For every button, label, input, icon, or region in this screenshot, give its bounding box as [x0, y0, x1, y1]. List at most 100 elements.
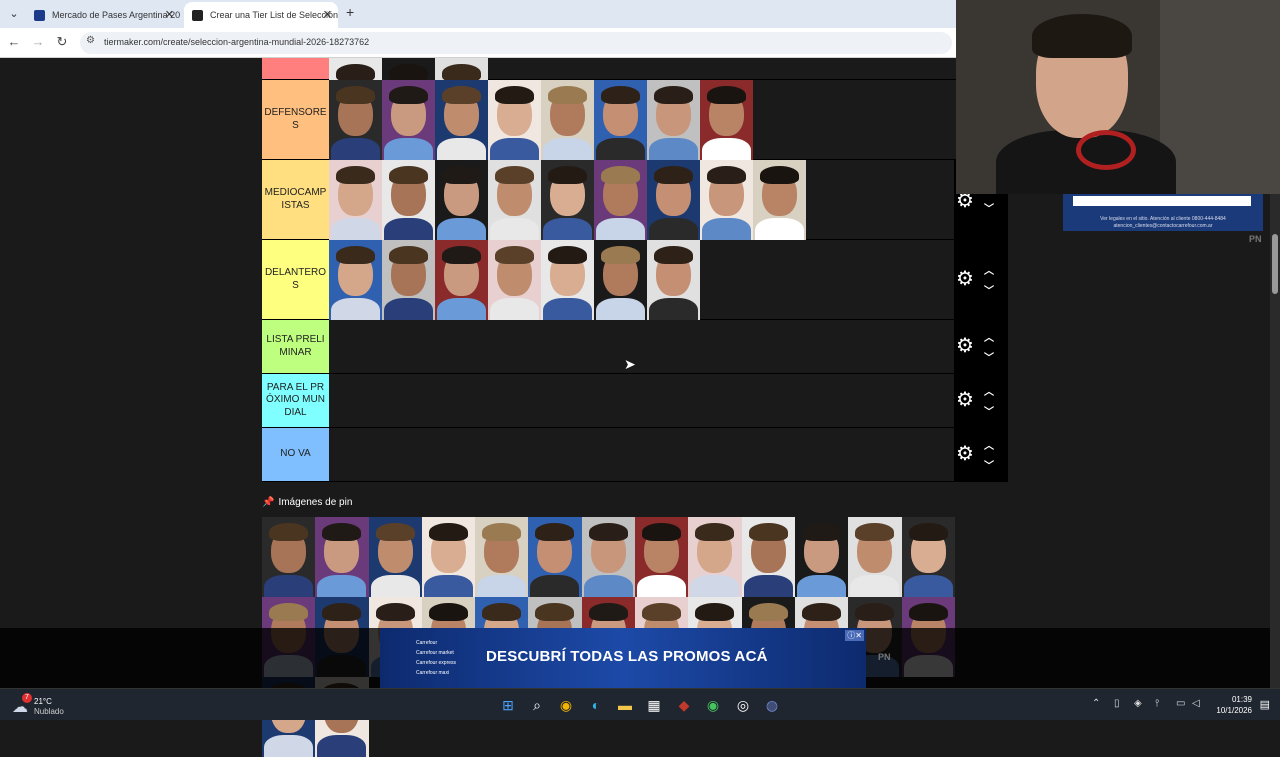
player-image[interactable]	[647, 240, 700, 320]
player-image[interactable]	[488, 240, 541, 320]
player-image[interactable]	[329, 160, 382, 240]
chevron-down-icon[interactable]: ﹀	[984, 457, 994, 472]
player-image[interactable]	[688, 517, 742, 597]
edge-icon[interactable]: ◐	[586, 695, 606, 715]
player-image[interactable]	[475, 517, 529, 597]
security-icon[interactable]: ◈	[1134, 698, 1142, 709]
player-image[interactable]	[329, 80, 382, 160]
player-image[interactable]	[528, 517, 582, 597]
player-image[interactable]	[700, 160, 753, 240]
player-image[interactable]	[329, 58, 382, 80]
player-image[interactable]	[647, 80, 700, 160]
chevron-up-icon[interactable]: ︿	[984, 383, 994, 398]
side-ad-banner[interactable]: Ver legales en el sitio. Atención al cli…	[1063, 194, 1263, 231]
tier-items[interactable]	[329, 58, 488, 80]
ad-banner[interactable]: Carrefour Carrefour market Carrefour exp…	[380, 628, 866, 688]
player-image[interactable]	[382, 160, 435, 240]
microphone-icon[interactable]: ⫯	[1155, 698, 1159, 709]
player-image[interactable]	[635, 517, 689, 597]
discord-icon[interactable]: ◍	[762, 695, 782, 715]
player-image[interactable]	[581, 517, 636, 597]
ad-close-button[interactable]: ⓘ✕	[845, 630, 864, 641]
back-icon[interactable]: ←	[5, 34, 23, 49]
tier-items[interactable]	[329, 240, 700, 320]
chevron-down-icon[interactable]: ﹀	[984, 349, 994, 364]
player-image[interactable]	[262, 517, 316, 597]
player-image[interactable]	[488, 160, 541, 240]
chevron-up-icon[interactable]: ⌃	[1092, 698, 1100, 709]
player-image[interactable]	[594, 240, 647, 320]
player-image[interactable]	[594, 160, 647, 240]
player-image[interactable]	[541, 160, 594, 240]
search-icon[interactable]: ⌕	[527, 695, 547, 715]
player-image[interactable]	[329, 240, 382, 320]
store-icon[interactable]: ▦	[644, 695, 664, 715]
tier-label[interactable]: LISTA PRELIMINAR	[262, 320, 329, 373]
app-icon[interactable]: ◆	[674, 695, 694, 715]
player-image[interactable]	[594, 80, 647, 160]
player-image[interactable]	[382, 58, 435, 80]
tab-tiermaker[interactable]: Crear una Tier List de Selección ✕	[184, 2, 338, 28]
page-scrollbar[interactable]	[1270, 194, 1280, 688]
chevron-up-icon[interactable]: ︿	[984, 262, 994, 277]
tier-label[interactable]: DEFENSORES	[262, 80, 329, 159]
app-icon-2[interactable]: ◎	[733, 695, 753, 715]
forward-icon[interactable]: →	[29, 34, 47, 49]
system-clock[interactable]: 01:39 10/1/2026	[1216, 694, 1252, 716]
player-image[interactable]	[901, 517, 955, 597]
player-image[interactable]	[753, 160, 806, 240]
player-image[interactable]	[848, 517, 902, 597]
notification-icon[interactable]: ▤	[1260, 698, 1270, 711]
windows-start-icon[interactable]: ⊞	[498, 695, 518, 715]
temperature: 21°C	[34, 697, 52, 706]
gear-icon[interactable]: ⚙	[956, 266, 974, 291]
player-image[interactable]	[435, 160, 488, 240]
chevron-down-icon[interactable]: ﹀	[984, 200, 994, 215]
player-image[interactable]	[435, 240, 488, 320]
weather-status: Nublado	[34, 707, 64, 716]
chrome-profile-icon[interactable]: ◉	[703, 695, 723, 715]
player-image[interactable]	[382, 80, 435, 160]
url-field[interactable]: ⚙ tiermaker.com/create/seleccion-argenti…	[80, 32, 952, 54]
gear-icon[interactable]: ⚙	[956, 333, 974, 358]
chevron-down-icon[interactable]: ﹀	[984, 403, 994, 418]
player-image[interactable]	[541, 80, 594, 160]
network-icon[interactable]: ▭	[1176, 698, 1185, 709]
reload-icon[interactable]: ↻	[53, 34, 71, 50]
close-tab-icon[interactable]: ✕	[165, 2, 174, 28]
player-image[interactable]	[794, 517, 849, 597]
site-info-icon[interactable]: ⚙	[86, 35, 95, 46]
tab-search-icon[interactable]: ⌄	[6, 6, 22, 22]
tier-label[interactable]	[262, 58, 329, 79]
tab-mercado-de-pases[interactable]: Mercado de Pases Argentina 20 ✕	[26, 2, 180, 28]
scroll-thumb[interactable]	[1272, 234, 1278, 294]
tier-label[interactable]: NO VA	[262, 428, 329, 481]
close-tab-icon[interactable]: ✕	[323, 2, 332, 28]
chevron-up-icon[interactable]: ︿	[984, 437, 994, 452]
player-image[interactable]	[421, 517, 476, 597]
new-tab-button[interactable]: +	[346, 4, 354, 20]
player-image[interactable]	[368, 517, 422, 597]
player-image[interactable]	[435, 80, 488, 160]
player-image[interactable]	[700, 80, 753, 160]
player-image[interactable]	[647, 160, 700, 240]
player-image[interactable]	[382, 240, 435, 320]
battery-icon[interactable]: ▯	[1114, 698, 1120, 709]
gear-icon[interactable]: ⚙	[956, 441, 974, 466]
tier-label[interactable]: PARA EL PRÓXIMO MUNDIAL	[262, 374, 329, 427]
tier-label[interactable]: MEDIOCAMPISTAS	[262, 160, 329, 239]
player-image[interactable]	[541, 240, 594, 320]
volume-icon[interactable]: ◁	[1192, 698, 1200, 709]
player-image[interactable]	[315, 517, 369, 597]
chevron-down-icon[interactable]: ﹀	[984, 282, 994, 297]
file-explorer-icon[interactable]: ▬	[615, 695, 635, 715]
tier-items[interactable]	[329, 80, 753, 160]
tier-label[interactable]: DELANTEROS	[262, 240, 329, 319]
player-image[interactable]	[488, 80, 541, 160]
tier-items[interactable]	[329, 160, 806, 240]
gear-icon[interactable]: ⚙	[956, 387, 974, 412]
chevron-up-icon[interactable]: ︿	[984, 329, 994, 344]
player-image[interactable]	[435, 58, 488, 80]
chrome-icon[interactable]: ◉	[556, 695, 576, 715]
player-image[interactable]	[741, 517, 795, 597]
